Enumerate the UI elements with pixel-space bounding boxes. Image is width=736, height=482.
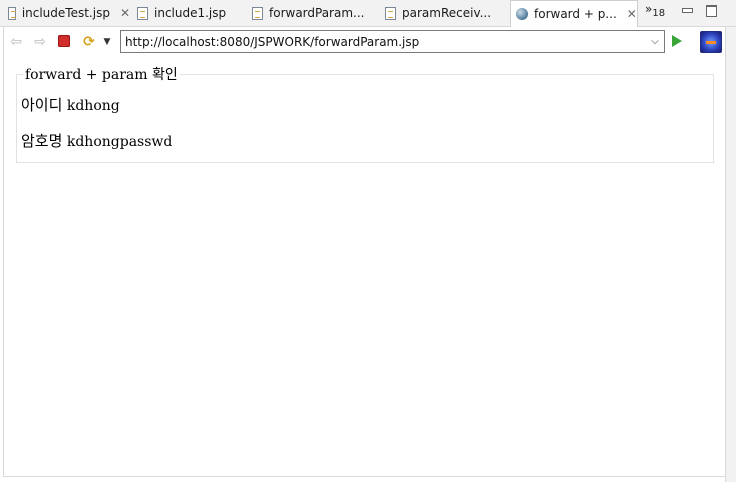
field-key: 아이디 <box>21 96 63 114</box>
browser-viewport: forward + param 확인 아이디 kdhong 암호명 kdhong… <box>3 56 725 477</box>
tab-include1[interactable]: include1.jsp <box>137 0 247 26</box>
fieldset-legend: forward + param 확인 <box>25 67 178 83</box>
tab-paramreceive[interactable]: paramReceiv... <box>385 0 507 26</box>
tab-forward-param-preview[interactable]: forward + p... ✕ <box>510 0 638 27</box>
tab-label: include1.jsp <box>154 6 227 20</box>
chevron-down-icon[interactable]: ⌵ <box>646 36 664 47</box>
forward-arrow-icon[interactable]: ⇨ <box>32 34 48 50</box>
go-icon[interactable] <box>672 35 682 47</box>
browser-toolbar: ⇦ ⇨ ⟳ ▼ http://localhost:8080/JSPWORK/fo… <box>3 27 725 56</box>
url-text[interactable]: http://localhost:8080/JSPWORK/forwardPar… <box>121 35 646 49</box>
jsp-file-icon <box>8 6 16 20</box>
tab-label: forward + p... <box>534 7 617 21</box>
dropdown-caret-icon[interactable]: ▼ <box>99 34 115 50</box>
editor-tab-bar: includeTest.jsp ✕ include1.jsp forwardPa… <box>0 0 736 27</box>
tab-overflow-button[interactable]: » 18 <box>645 2 665 24</box>
close-icon[interactable]: ✕ <box>627 7 637 21</box>
field-value: kdhongpasswd <box>66 134 173 150</box>
field-row-password: 암호명 kdhongpasswd <box>21 130 172 151</box>
tab-includetest[interactable]: includeTest.jsp ✕ <box>8 0 130 26</box>
tab-label: includeTest.jsp <box>21 6 110 20</box>
globe-icon <box>516 8 528 20</box>
tab-label: paramReceiv... <box>402 6 492 20</box>
url-input[interactable]: http://localhost:8080/JSPWORK/forwardPar… <box>120 30 665 53</box>
param-fieldset: forward + param 확인 아이디 kdhong 암호명 kdhong… <box>16 64 714 163</box>
stop-icon[interactable] <box>58 35 70 47</box>
back-arrow-icon[interactable]: ⇦ <box>8 34 24 50</box>
jsp-file-icon <box>252 6 263 20</box>
hidden-tab-count: 18 <box>652 8 666 19</box>
jsp-file-icon <box>137 6 148 20</box>
field-row-id: 아이디 kdhong <box>21 94 120 115</box>
maximize-icon[interactable] <box>704 4 718 18</box>
field-value: kdhong <box>66 98 120 114</box>
refresh-icon[interactable]: ⟳ <box>81 34 97 50</box>
close-icon[interactable]: ✕ <box>120 6 130 20</box>
navigate-icon[interactable] <box>700 31 722 53</box>
minimize-icon[interactable] <box>680 4 694 18</box>
window-frame-edge <box>725 27 736 482</box>
tab-forwardparam[interactable]: forwardParam... <box>252 0 380 26</box>
jsp-file-icon <box>385 6 396 20</box>
chevron-double-right-icon: » <box>645 2 653 16</box>
field-key: 암호명 <box>21 132 63 150</box>
tab-label: forwardParam... <box>269 6 365 20</box>
